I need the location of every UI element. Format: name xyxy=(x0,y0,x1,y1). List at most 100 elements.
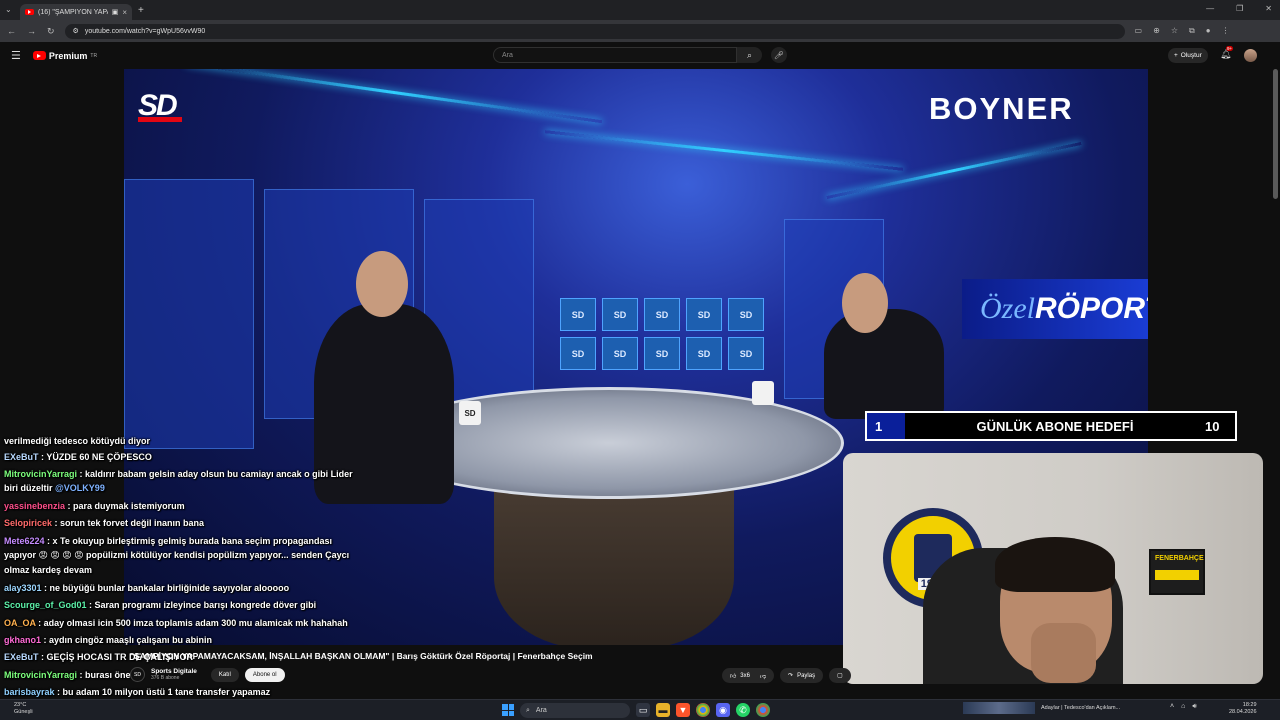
chrome-profile-icon[interactable] xyxy=(756,703,770,717)
close-tab-icon[interactable]: × xyxy=(122,8,127,17)
search-icon[interactable]: ⌕ xyxy=(737,47,762,63)
video-title: "ŞAMPİYON YAPAMAYACAKSAM, İNŞALLAH BAŞKA… xyxy=(130,651,593,661)
chat-separator: : xyxy=(41,583,50,593)
video-wall-tile: SD xyxy=(560,298,596,331)
url-text[interactable]: youtube.com/watch?v=gWpU56vvW90 xyxy=(85,28,205,35)
video-wall-tile: SD xyxy=(644,298,680,331)
channel-avatar[interactable]: SD xyxy=(130,667,145,682)
whatsapp-icon[interactable]: ✆ xyxy=(736,703,750,717)
browser-tab-bar: ⌄ (16) "ŞAMPİYON YAPAMAY ▣ × + — ❐ ✕ xyxy=(0,0,1280,20)
file-explorer-icon[interactable]: ▬ xyxy=(656,703,670,717)
address-bar-row: ← → ↻ ⚙ youtube.com/watch?v=gWpU56vvW90 … xyxy=(0,20,1280,42)
forward-icon[interactable]: → xyxy=(27,26,36,37)
chat-message: biri düzeltir @VOLKY99 xyxy=(4,482,374,494)
tray-chevron-icon[interactable]: ˄ xyxy=(1170,703,1174,711)
chat-separator: : xyxy=(52,518,61,528)
omnibox[interactable]: ⚙ youtube.com/watch?v=gWpU56vvW90 xyxy=(64,23,1125,39)
streamer-webcam: 1907 FENERBAHÇE xyxy=(843,453,1263,684)
like-button[interactable]: 👍︎ 3x6 👎︎ xyxy=(722,668,775,683)
video-wall-tile: SD xyxy=(644,337,680,370)
taskbar-search-label: Ara xyxy=(535,707,547,714)
maximize-icon[interactable]: ❐ xyxy=(1236,4,1243,13)
network-icon[interactable]: ⌂ xyxy=(1181,703,1185,711)
chat-text: Saran programı izleyince barışı kongrede… xyxy=(94,600,317,610)
chat-text: x Te okuyup birleştirmiş gelmiş burada b… xyxy=(52,536,332,546)
taskbar-preview[interactable]: Adaylar | Tedesco'dan Açıklam... xyxy=(963,702,1120,714)
volume-icon[interactable]: 🔊︎ xyxy=(1192,703,1196,711)
chrome-icon[interactable] xyxy=(696,703,710,717)
goal-target: 10 xyxy=(1205,418,1220,434)
save-icon[interactable]: ▢ xyxy=(829,668,851,683)
chat-username: barisbayrak xyxy=(4,687,55,697)
site-info-icon[interactable]: ⚙ xyxy=(73,27,79,35)
page-scrollbar[interactable] xyxy=(1273,69,1278,199)
zoom-icon[interactable]: ⊕ xyxy=(1153,26,1160,36)
weather-widget[interactable]: 23°C Güneşli xyxy=(14,702,33,716)
chat-text: bu adam 10 milyon üstü 1 tane transfer y… xyxy=(62,687,271,697)
chat-message: MitrovicinYarragi : kaldırır babam gelsi… xyxy=(4,468,374,480)
like-count: 3x6 xyxy=(740,672,750,679)
close-window-icon[interactable]: ✕ xyxy=(1265,4,1272,13)
video-wall-tile: SD xyxy=(686,337,722,370)
taskbar-search-icon: ⌕ xyxy=(526,706,530,714)
join-button[interactable]: Katıl xyxy=(210,667,239,682)
logo-country: TR xyxy=(90,52,98,59)
chat-text: biri düzeltir xyxy=(4,483,53,493)
chat-text: aydın cingöz maaşlı çalışanı bu abinin xyxy=(49,635,213,645)
notifications-bell-icon[interactable]: 🔔︎ 9+ xyxy=(1220,46,1234,60)
system-clock[interactable]: 18:29 28.04.2026 xyxy=(1229,702,1257,716)
chat-text: olmaz kardeş devam xyxy=(4,565,93,575)
discord-icon[interactable]: ◉ xyxy=(716,703,730,717)
browser-tab-active[interactable]: (16) "ŞAMPİYON YAPAMAY ▣ × xyxy=(20,4,132,20)
tab-search-icon[interactable]: ⌄ xyxy=(5,5,12,14)
windows-taskbar: 23°C Güneşli ⌕ Ara ▭ ▬ ▼ ◉ ✆ Adaylar | T… xyxy=(0,699,1280,720)
chat-text: YÜZDE 60 NE ÇÖPESCO xyxy=(46,452,152,462)
hamburger-menu-icon[interactable]: ☰ xyxy=(11,49,21,62)
studio-light-beam xyxy=(185,69,603,124)
thumbs-down-icon[interactable]: 👎︎ xyxy=(760,672,766,680)
reload-icon[interactable]: ↻ xyxy=(47,26,55,37)
account-avatar[interactable] xyxy=(1244,49,1257,62)
chat-username: OA_OA xyxy=(4,618,36,628)
youtube-premium-logo[interactable]: Premium TR xyxy=(32,51,98,61)
chat-message: barisbayrak : bu adam 10 milyon üstü 1 t… xyxy=(4,686,374,698)
chat-username: alay3301 xyxy=(4,583,42,593)
back-icon[interactable]: ← xyxy=(7,26,16,37)
profile-icon[interactable]: ● xyxy=(1206,26,1211,36)
subscribe-button[interactable]: Abone ol xyxy=(244,667,285,682)
windows-start-icon[interactable] xyxy=(502,704,514,716)
bookmark-star-icon[interactable]: ☆ xyxy=(1171,26,1178,36)
create-button[interactable]: + Oluştur xyxy=(1168,48,1208,63)
roportaj-word: RÖPORT xyxy=(1035,292,1148,325)
extensions-icon[interactable]: ⧉ xyxy=(1189,26,1195,36)
channel-row: SD Sports Digitale 376 B abone Katıl Abo… xyxy=(130,667,285,682)
sd-video-wall: SD SD SD SD SD SD SD SD SD SD xyxy=(556,294,768,374)
browser-menu-icon[interactable]: ⋮ xyxy=(1222,26,1230,36)
audio-icon[interactable]: ▣ xyxy=(112,8,119,16)
channel-name[interactable]: Sports Digitale xyxy=(151,668,197,675)
video-wall-tile: SD xyxy=(602,337,638,370)
new-tab-icon[interactable]: + xyxy=(138,5,144,16)
taskbar-apps: ▭ ▬ ▼ ◉ ✆ xyxy=(636,703,770,717)
guest-right-head xyxy=(842,273,888,333)
chat-separator: : xyxy=(77,469,86,479)
host-left-head xyxy=(356,251,408,317)
fenerbahce-sign: FENERBAHÇE xyxy=(1149,549,1205,595)
video-actions: 👍︎ 3x6 👎︎ ↷ Paylaş ▢ xyxy=(722,668,851,683)
microphone-icon[interactable]: 🎤︎ xyxy=(771,47,787,63)
taskbar-search[interactable]: ⌕ Ara xyxy=(520,703,630,718)
chat-message: yassinebenzia : para duymak istemiyorum xyxy=(4,500,374,512)
chat-separator: : xyxy=(86,600,95,610)
brave-browser-icon[interactable]: ▼ xyxy=(676,703,690,717)
sign-text: FENERBAHÇE xyxy=(1155,555,1204,562)
cast-icon[interactable]: ▭ xyxy=(1135,26,1143,36)
share-button[interactable]: ↷ Paylaş xyxy=(780,668,824,683)
search-input[interactable]: Ara xyxy=(493,47,737,63)
youtube-header: ☰ Premium TR Ara ⌕ 🎤︎ + Oluştur 🔔︎ 9+ xyxy=(0,42,1280,69)
sign-stripe xyxy=(1155,570,1199,580)
chat-message: Scourge_of_God01 : Saran programı izleyi… xyxy=(4,599,374,611)
task-view-icon[interactable]: ▭ xyxy=(636,703,650,717)
minimize-icon[interactable]: — xyxy=(1206,4,1214,13)
subscriber-count: 376 B abone xyxy=(151,675,180,681)
sd-channel-logo: SD xyxy=(138,89,182,131)
